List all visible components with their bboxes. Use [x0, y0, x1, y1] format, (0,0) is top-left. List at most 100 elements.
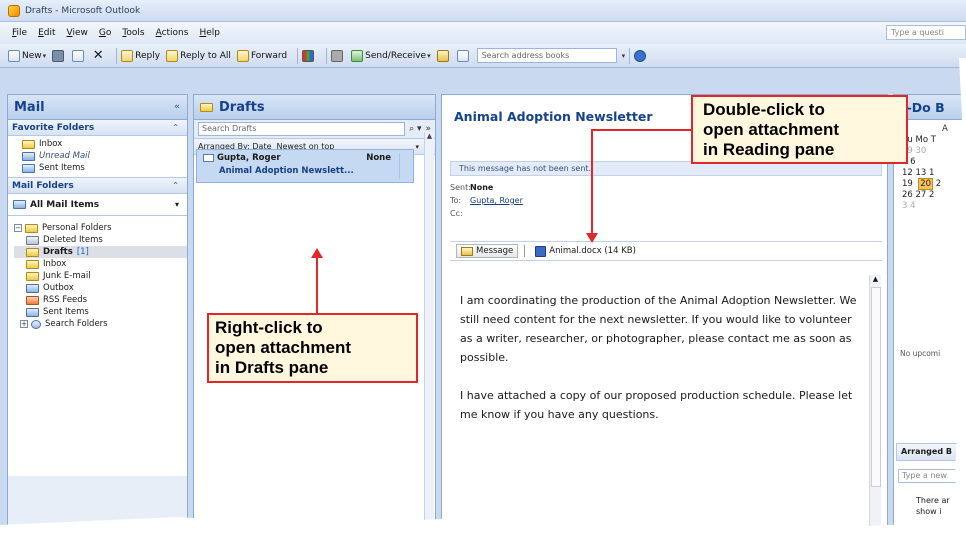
ask-question-input[interactable]: Type a questi — [886, 25, 966, 40]
move-to-folder-icon — [72, 49, 85, 62]
double-click-arrowhead-icon — [586, 233, 598, 243]
help-button[interactable] — [634, 49, 648, 62]
chevron-down-icon[interactable]: ▾ — [175, 200, 179, 209]
personal-folders-node[interactable]: − Personal Folders — [14, 222, 187, 234]
find-contact-button[interactable] — [456, 49, 471, 62]
folder-inbox[interactable]: Inbox — [14, 258, 187, 270]
to-label: To: — [450, 196, 462, 205]
menu-tools[interactable]: Tools — [122, 28, 144, 38]
search-drafts-input[interactable]: Search Drafts — [198, 122, 406, 136]
flag-column[interactable] — [399, 153, 409, 179]
sent-field: Sent: None — [450, 183, 493, 192]
message-tab[interactable]: Message — [456, 244, 519, 258]
follow-up-button[interactable] — [331, 49, 345, 62]
folder-label: Junk E-mail — [43, 271, 91, 281]
menu-actions[interactable]: Actions — [156, 28, 189, 38]
favorite-folders-list: Inbox Unread Mail Sent Items — [8, 136, 187, 178]
callout-line: in Drafts pane — [215, 358, 329, 377]
reply-button[interactable]: Reply — [121, 49, 160, 62]
folder-label: Inbox — [43, 259, 67, 269]
attachment-divider — [524, 245, 526, 257]
drafts-pane-header: Drafts — [194, 95, 435, 120]
search-icon[interactable]: ⌕ ▾ — [409, 124, 421, 134]
to-recipient-link[interactable]: Gupta, Roger — [470, 196, 523, 205]
favorite-folders-title: Favorite Folders — [12, 122, 95, 133]
address-book-icon — [436, 49, 449, 62]
address-book-button[interactable] — [436, 49, 451, 62]
folder-sent-items[interactable]: Sent Items — [14, 306, 187, 318]
reply-all-icon — [166, 49, 179, 62]
sent-items-folder-icon — [26, 307, 39, 317]
favorite-sent-items[interactable]: Sent Items — [22, 162, 187, 174]
sender-name: Gupta, Roger — [217, 153, 281, 163]
outbox-icon — [26, 283, 39, 293]
sort-dropdown-icon[interactable]: ▾ — [415, 143, 419, 151]
delete-button[interactable]: ✕ — [92, 49, 106, 62]
follow-up-icon — [331, 49, 344, 62]
menu-help[interactable]: Help — [199, 28, 220, 38]
folder-drafts[interactable]: Drafts [1] — [14, 246, 187, 258]
favorite-label: Sent Items — [39, 163, 85, 173]
forward-button[interactable]: Forward — [236, 49, 287, 62]
new-button[interactable]: New ▾ — [8, 49, 47, 62]
menu-view[interactable]: View — [67, 28, 88, 38]
folder-outbox[interactable]: Outbox — [14, 282, 187, 294]
search-folders-label: Search Folders — [45, 319, 108, 329]
callout-line: open attachment — [215, 338, 352, 357]
send-receive-dropdown-icon[interactable]: ▾ — [427, 52, 431, 60]
drafts-folder-icon — [26, 247, 39, 257]
inbox-folder-icon — [26, 259, 39, 269]
favorite-inbox[interactable]: Inbox — [22, 138, 187, 150]
reply-all-button[interactable]: Reply to All — [166, 49, 231, 62]
scroll-up-icon[interactable]: ▲ — [425, 132, 434, 140]
send-receive-button[interactable]: Send/Receive ▾ — [351, 49, 431, 62]
no-tasks-message: There ar show i — [916, 495, 950, 517]
move-to-folder-button[interactable] — [72, 49, 86, 62]
sent-items-folder-icon — [22, 163, 35, 173]
print-icon — [52, 49, 65, 62]
search-folders-node[interactable]: + Search Folders — [14, 318, 187, 330]
forward-icon — [236, 49, 249, 62]
menu-go[interactable]: Go — [99, 28, 112, 38]
standard-toolbar: New ▾ ✕ Reply Reply to All Forward Send/… — [0, 44, 966, 68]
nav-pane-header: Mail « — [8, 95, 187, 120]
reply-all-label: Reply to All — [180, 50, 231, 61]
find-contact-icon — [456, 49, 469, 62]
message-date: None — [366, 153, 391, 163]
mail-folders-header[interactable]: Mail Folders ⌃ — [8, 178, 187, 194]
categorize-icon — [302, 49, 315, 62]
scroll-thumb[interactable] — [871, 287, 881, 487]
new-dropdown-icon[interactable]: ▾ — [43, 52, 47, 60]
expand-expander-icon[interactable]: + — [20, 320, 28, 328]
all-mail-icon — [13, 200, 26, 209]
message-tab-label: Message — [476, 246, 514, 256]
all-mail-items-selector[interactable]: All Mail Items ▾ — [8, 194, 187, 216]
message-list-item[interactable]: Gupta, Roger None Animal Adoption Newsle… — [196, 149, 414, 183]
collapse-expander-icon[interactable]: − — [14, 224, 22, 232]
collapse-nav-icon[interactable]: « — [174, 102, 180, 112]
scroll-up-icon[interactable]: ▲ — [870, 275, 881, 283]
folder-deleted-items[interactable]: Deleted Items — [14, 234, 187, 246]
print-button[interactable] — [52, 49, 66, 62]
attachment-file[interactable]: Animal.docx (14 KB) — [531, 245, 640, 258]
chevron-up-icon[interactable]: ⌃ — [172, 181, 179, 190]
favorite-unread-mail[interactable]: Unread Mail — [22, 150, 187, 162]
toolbar-separator — [116, 47, 118, 64]
favorite-folders-header[interactable]: Favorite Folders ⌃ — [8, 120, 187, 136]
menu-file[interactable]: File — [12, 28, 27, 38]
folder-tree: − Personal Folders Deleted Items Drafts … — [8, 216, 187, 476]
folder-junk-email[interactable]: Junk E-mail — [14, 270, 187, 282]
folder-rss-feeds[interactable]: RSS Feeds — [14, 294, 187, 306]
message-icon — [461, 246, 473, 256]
search-address-books-dropdown-icon[interactable]: ▾ — [622, 52, 626, 60]
chevron-up-icon[interactable]: ⌃ — [172, 123, 179, 132]
reading-pane-scrollbar[interactable]: ▲ — [869, 275, 881, 530]
outlook-app-icon — [8, 4, 20, 17]
menu-edit[interactable]: Edit — [38, 28, 55, 38]
search-address-books-input[interactable]: Search address books — [476, 48, 617, 63]
mail-folders-title: Mail Folders — [12, 180, 74, 191]
today-date[interactable]: 20 — [918, 178, 934, 190]
draft-envelope-icon — [203, 154, 214, 162]
categorize-button[interactable] — [302, 49, 316, 62]
message-list-scrollbar[interactable]: ▲ — [424, 132, 434, 530]
